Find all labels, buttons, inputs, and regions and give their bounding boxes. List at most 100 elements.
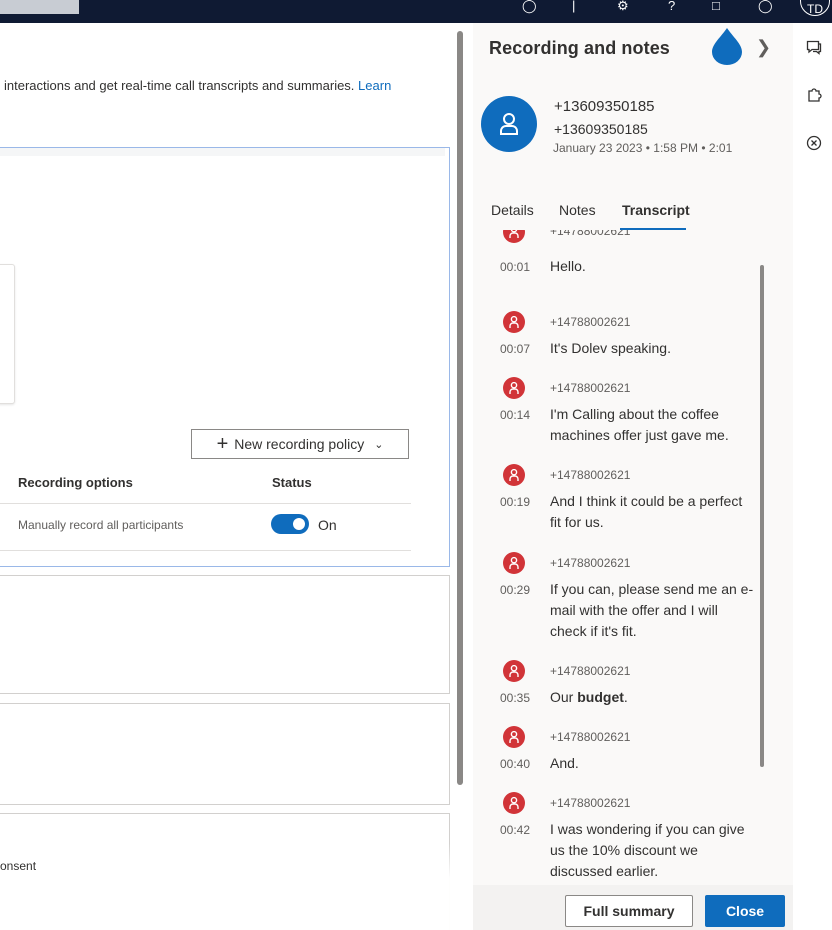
- help-icon[interactable]: ?: [668, 0, 675, 16]
- fade-overlay: [0, 843, 473, 930]
- puzzle-icon[interactable]: [806, 87, 822, 103]
- call-time: 1:58 PM: [653, 141, 698, 155]
- toggle-knob: [293, 518, 305, 530]
- chat-bubble-icon[interactable]: [806, 39, 822, 55]
- lightbulb-icon[interactable]: ◯: [522, 0, 537, 16]
- chevron-down-icon: ⌄: [374, 438, 384, 451]
- call-date: January 23 2023: [553, 141, 643, 155]
- transcript-scrollbar[interactable]: [760, 265, 764, 767]
- transcript-text: And I think it could be a perfect fit fo…: [550, 493, 743, 530]
- speaker-label: +14788002621: [550, 556, 631, 570]
- text-segment: .: [623, 689, 628, 705]
- top-bar: ◯ | ⚙ ? □ ◯ TD: [0, 0, 832, 23]
- timestamp: 00:35: [500, 691, 531, 705]
- panel-footer: Full summary Close: [473, 885, 793, 930]
- person-icon: [500, 113, 518, 135]
- timestamp: 00:42: [500, 823, 531, 837]
- chevron-right-icon[interactable]: ❯: [756, 37, 771, 58]
- person-icon: [509, 230, 519, 238]
- transcript-text: It's Dolev speaking.: [550, 340, 671, 356]
- recording-notes-panel: Recording and notes ❯ +13609350185 +1360…: [473, 23, 793, 930]
- person-icon: [509, 797, 519, 809]
- table-divider: [0, 503, 411, 504]
- transcript-text: I was wondering if you can give us the 1…: [550, 821, 745, 879]
- transcript-text: Our budget.: [550, 687, 755, 708]
- close-circle-icon[interactable]: [806, 135, 822, 151]
- speaker-avatar: [503, 230, 525, 243]
- transcript-list: +14788002621 00:01 Hello. +14788002621 0…: [473, 230, 793, 886]
- call-meta: January 23 2023 • 1:58 PM • 2:01: [553, 141, 732, 155]
- caller-name: +13609350185: [554, 98, 655, 115]
- droplet-icon: [712, 28, 742, 65]
- timestamp: 00:19: [500, 495, 531, 509]
- transcript-text: If you can, please send me an e-mail wit…: [550, 581, 754, 639]
- settings-icon[interactable]: ⚙: [617, 0, 629, 16]
- person-icon: [509, 557, 519, 569]
- transcript-text: And.: [550, 755, 579, 771]
- learn-more-link[interactable]: Learn: [358, 78, 391, 93]
- timestamp: 00:14: [500, 408, 531, 422]
- timestamp: 00:29: [500, 583, 531, 597]
- speaker-avatar: [503, 552, 525, 574]
- user-avatar[interactable]: TD: [800, 0, 830, 16]
- speaker-label: +14788002621: [550, 730, 631, 744]
- call-duration: 2:01: [708, 141, 733, 155]
- speaker-label: +14788002621: [550, 230, 631, 238]
- tab-transcript[interactable]: Transcript: [622, 202, 690, 218]
- close-button[interactable]: Close: [705, 895, 785, 927]
- new-recording-policy-button[interactable]: + New recording policy ⌄: [191, 429, 409, 459]
- recording-option-cell: Manually record all participants: [18, 518, 184, 532]
- right-rail: [793, 23, 832, 930]
- timestamp: 00:01: [500, 260, 531, 274]
- column-recording-options[interactable]: Recording options: [18, 475, 133, 490]
- tab-details[interactable]: Details: [491, 202, 534, 218]
- column-status[interactable]: Status: [272, 475, 312, 490]
- speaker-avatar: [503, 464, 525, 486]
- transcript-text: Hello.: [550, 258, 586, 274]
- panel-title: Recording and notes: [489, 38, 670, 58]
- plus-icon: +: [216, 433, 229, 455]
- caller-avatar: [481, 96, 537, 152]
- person-icon: [509, 731, 519, 743]
- new-policy-label: New recording policy: [234, 436, 365, 452]
- main-scrollbar[interactable]: [457, 31, 463, 785]
- speaker-avatar: [503, 726, 525, 748]
- settings-card: [0, 575, 450, 694]
- consent-text: onsent: [0, 859, 37, 873]
- speaker-label: +14788002621: [550, 315, 631, 329]
- person-icon: [509, 382, 519, 394]
- meta-separator: •: [701, 141, 709, 155]
- main-content: interactions and get real-time call tran…: [0, 23, 473, 930]
- speaker-avatar: [503, 792, 525, 814]
- card-header-strip: [0, 148, 445, 156]
- speaker-avatar: [503, 660, 525, 682]
- status-toggle[interactable]: [271, 514, 309, 534]
- transcript-text: I'm Calling about the coffee machines of…: [550, 406, 729, 443]
- tab-stub[interactable]: [0, 0, 79, 14]
- timestamp: 00:40: [500, 757, 531, 771]
- intro-description: interactions and get real-time call tran…: [4, 78, 359, 93]
- speaker-label: +14788002621: [550, 381, 631, 395]
- speaker-avatar: [503, 377, 525, 399]
- status-label: On: [318, 517, 337, 533]
- recording-policy-card: + New recording policy ⌄ Recording optio…: [0, 147, 450, 567]
- person-icon: [509, 316, 519, 328]
- person-icon: [509, 469, 519, 481]
- speaker-label: +14788002621: [550, 468, 631, 482]
- inner-panel: [0, 264, 15, 404]
- timestamp: 00:07: [500, 342, 531, 356]
- full-summary-button[interactable]: Full summary: [565, 895, 693, 927]
- highlighted-keyword: budget: [577, 689, 624, 705]
- question-icon[interactable]: |: [572, 0, 575, 16]
- text-segment: Our: [550, 689, 578, 705]
- intro-text: interactions and get real-time call tran…: [4, 78, 391, 93]
- tab-notes[interactable]: Notes: [559, 202, 596, 218]
- table-divider: [0, 550, 411, 551]
- person-icon: [509, 665, 519, 677]
- speaker-label: +14788002621: [550, 664, 631, 678]
- chat-icon[interactable]: □: [712, 0, 720, 16]
- person-icon[interactable]: ◯: [758, 0, 773, 16]
- speaker-label: +14788002621: [550, 796, 631, 810]
- settings-card: [0, 703, 450, 805]
- speaker-avatar: [503, 311, 525, 333]
